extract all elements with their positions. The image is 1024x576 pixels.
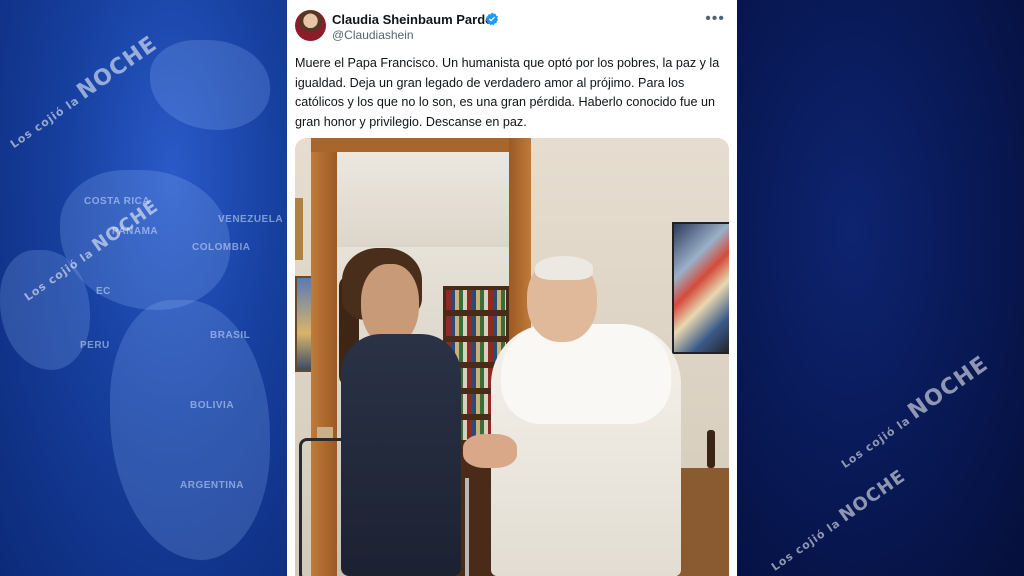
avatar[interactable] [295, 10, 326, 41]
map-label: BRASIL [210, 330, 251, 341]
verified-badge-icon [485, 12, 499, 26]
watermark-small-text: Los cojió la [838, 413, 913, 472]
photo-pope-hair [535, 256, 593, 280]
photo-woman-jacket [341, 334, 461, 576]
author-name[interactable]: Claudia Sheinbaum Pardo [332, 12, 493, 27]
photo-cane [465, 478, 469, 576]
watermark-logo: Los cojió laNOCHE [3, 32, 162, 154]
photo-frame-edge [295, 198, 303, 260]
photo-handshake [463, 434, 517, 468]
photo-book-row [446, 316, 506, 336]
left-background-panel: COSTA RICA PANAMA COLOMBIA VENEZUELA EC … [0, 0, 287, 576]
author-handle[interactable]: @Claudiashein [332, 28, 414, 42]
photo-bottle [707, 430, 715, 468]
map-landmass [150, 40, 270, 130]
map-label: VENEZUELA [218, 214, 284, 225]
watermark-logo: Los cojió laNOCHE [834, 352, 993, 474]
watermark-large-text: NOCHE [835, 465, 910, 527]
map-label: PERU [80, 340, 110, 351]
watermark-small-text: Los cojió la [768, 516, 843, 574]
photo-pope-cape [501, 324, 671, 424]
tweet-photo[interactable] [295, 138, 729, 576]
watermark-large-text: NOCHE [72, 31, 163, 105]
tweet-header: Claudia Sheinbaum Pardo @Claudiashein ••… [295, 10, 729, 44]
map-label: ARGENTINA [180, 480, 244, 491]
map-label: BOLIVIA [190, 400, 235, 411]
map-label: COLOMBIA [192, 242, 251, 253]
watermark-large-text: NOCHE [903, 351, 994, 425]
more-horizontal-icon[interactable]: ••• [705, 10, 725, 28]
photo-book-row [446, 290, 506, 310]
photo-side-table [677, 468, 729, 576]
photo-doorframe-top [311, 138, 531, 152]
watermark-logo: Los cojió laNOCHE [766, 466, 910, 576]
photo-ceiling [337, 152, 509, 247]
watermark-small-text: Los cojió la [7, 93, 82, 152]
tweet-card: Claudia Sheinbaum Pardo @Claudiashein ••… [287, 0, 737, 576]
photo-modern-painting [672, 222, 729, 354]
map-label: EC [96, 286, 111, 297]
right-background-panel: Los cojió laNOCHE Los cojió laNOCHE [737, 0, 1024, 576]
tweet-text: Muere el Papa Francisco. Un humanista qu… [295, 56, 720, 129]
